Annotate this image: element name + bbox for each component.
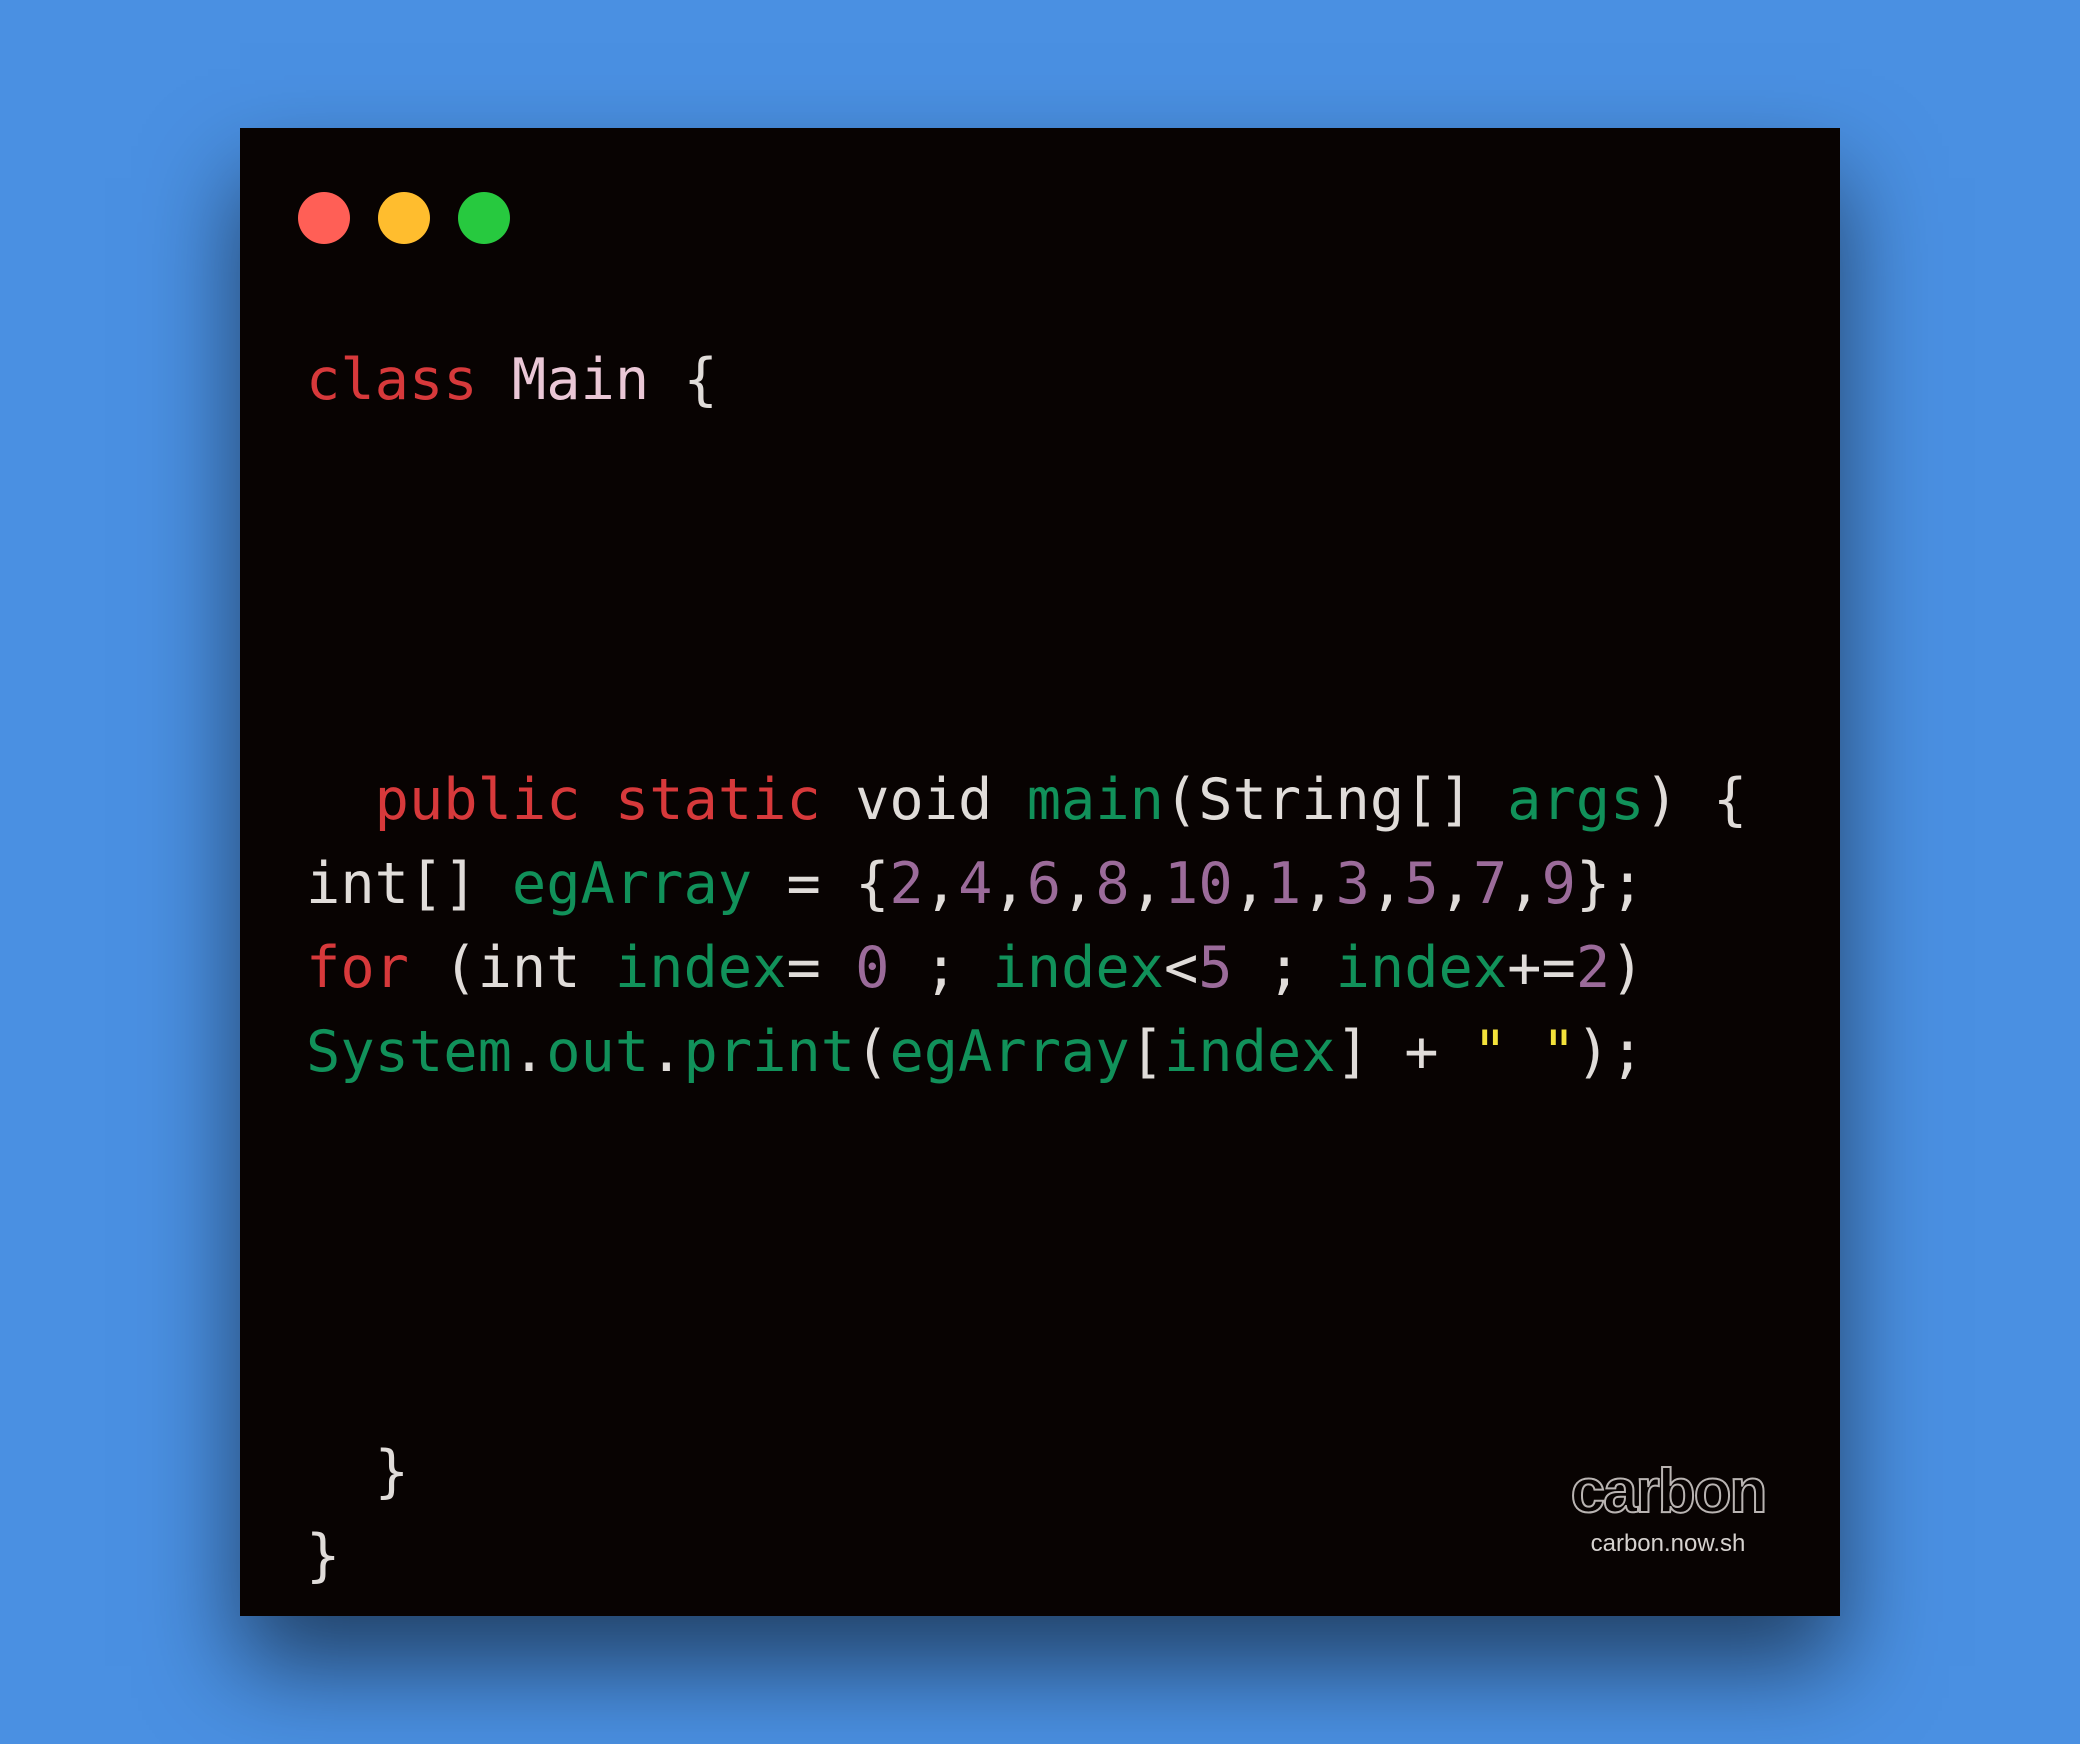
code-token: [ — [1129, 1019, 1164, 1085]
code-line: class Main { — [306, 338, 1747, 422]
code-token: ) — [1610, 935, 1645, 1001]
code-token: ); — [1575, 1019, 1645, 1085]
code-line: int[] egArray = {2,4,6,8,10,1,3,5,7,9}; — [306, 842, 1747, 926]
minimize-button[interactable] — [378, 192, 430, 244]
code-token: egArray — [889, 1019, 1130, 1085]
code-token: ; — [1232, 935, 1336, 1001]
code-token: 0 — [855, 935, 890, 1001]
code-token: args — [1507, 767, 1645, 833]
code-token: for — [306, 935, 409, 1001]
code-token: index — [1163, 1019, 1336, 1085]
code-token: index — [1335, 935, 1508, 1001]
code-token: { — [649, 347, 718, 413]
code-token: 10 — [1164, 851, 1233, 917]
code-token: index — [992, 935, 1164, 1001]
code-line: } — [306, 1514, 1747, 1598]
code-token: index — [614, 935, 787, 1001]
code-token: 2 — [1575, 935, 1611, 1001]
code-token: 2 — [889, 851, 924, 917]
code-token: , — [923, 851, 959, 917]
code-token: 9 — [1541, 851, 1576, 917]
code-token: class — [306, 347, 478, 413]
code-token: } — [306, 1439, 409, 1505]
code-token: main — [1026, 767, 1164, 833]
code-token: ) { — [1644, 767, 1748, 833]
carbon-logo: carbon — [1570, 1457, 1769, 1526]
code-block: class Main { public static void main(Str… — [306, 338, 1747, 1598]
code-token: , — [1129, 851, 1165, 917]
code-token: } — [306, 1523, 341, 1589]
code-token: print — [683, 1019, 856, 1085]
code-token: , — [1301, 851, 1336, 917]
code-token: 8 — [1095, 851, 1130, 917]
code-token: int[] — [306, 851, 512, 917]
code-token: Main — [511, 347, 650, 413]
code-token: public — [374, 767, 581, 833]
code-token: , — [1369, 851, 1405, 917]
code-token: , — [1061, 851, 1096, 917]
code-token: (String[] — [1163, 767, 1508, 833]
code-token: }; — [1575, 851, 1645, 917]
carbon-url: carbon.now.sh — [1590, 1530, 1746, 1557]
close-button[interactable] — [298, 192, 350, 244]
window-controls — [298, 192, 510, 244]
code-line: public static void main(String[] args) { — [306, 758, 1748, 842]
code-token: 5 — [1198, 935, 1233, 1001]
code-token: , — [1232, 851, 1267, 917]
code-token: . — [649, 1019, 684, 1085]
code-token: , — [992, 851, 1027, 917]
code-token: ] + — [1335, 1019, 1473, 1085]
code-token: = — [786, 935, 856, 1001]
code-token: < — [1163, 935, 1199, 1001]
code-token: 3 — [1335, 851, 1370, 917]
code-token: (int — [408, 935, 615, 1001]
code-line: for (int index= 0 ; index<5 ; index+=2) — [306, 926, 1747, 1010]
code-token: egArray — [511, 851, 753, 917]
code-token: ; — [889, 935, 993, 1001]
code-token: void — [820, 767, 1027, 833]
code-token: out — [546, 1019, 650, 1085]
code-token: System — [306, 1019, 512, 1085]
code-token: , — [1507, 851, 1542, 917]
code-token: , — [1438, 851, 1473, 917]
zoom-button[interactable] — [458, 192, 510, 244]
code-token: 7 — [1472, 851, 1508, 917]
code-token: += — [1507, 935, 1576, 1001]
code-line: } — [306, 1430, 1747, 1514]
code-token: . — [511, 1019, 547, 1085]
code-token: ( — [855, 1019, 890, 1085]
code-token: 5 — [1404, 851, 1439, 917]
carbon-watermark: carbon carbon.now.sh — [1558, 1457, 1778, 1558]
code-token: static — [614, 767, 821, 833]
code-token: " " — [1472, 1019, 1576, 1085]
code-token: 6 — [1026, 851, 1062, 917]
code-line: System.out.print(egArray[index] + " "); — [306, 1010, 1747, 1094]
code-token: = { — [752, 851, 890, 917]
code-token: 4 — [958, 851, 993, 917]
code-window: class Main { public static void main(Str… — [240, 128, 1840, 1616]
code-token: 1 — [1267, 851, 1302, 917]
